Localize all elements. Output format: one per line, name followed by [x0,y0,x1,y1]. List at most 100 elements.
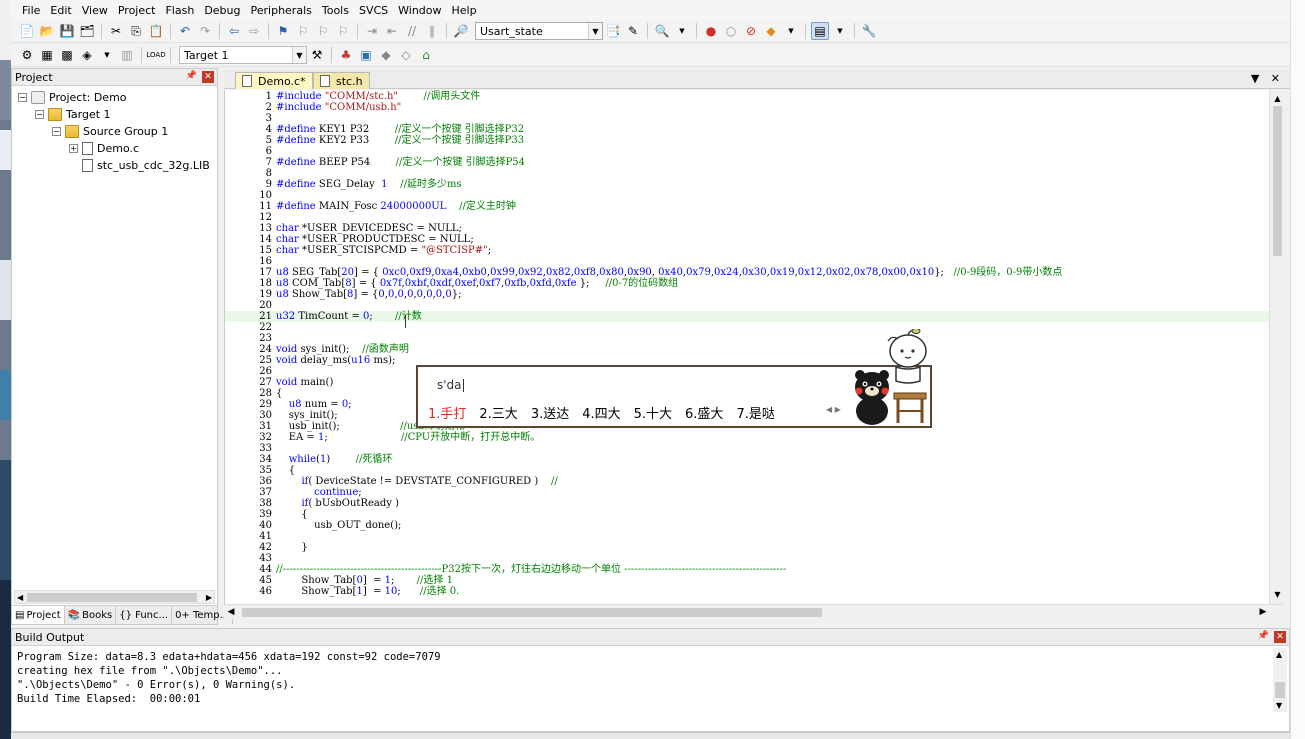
nav-forward-icon[interactable]: ⇨ [245,22,263,40]
tab-project[interactable]: ▤ Project [12,606,65,624]
tree-item-demo-c[interactable]: + Demo.c [69,140,139,156]
scroll-right-icon[interactable]: ▶ [206,593,212,602]
chevron-down-icon[interactable]: ▼ [673,22,691,40]
code-line[interactable]: 45 Show_Tab[0] = 1; //选择 1 [225,575,1269,586]
disable-breakpoint-icon[interactable]: ○ [722,22,740,40]
chevron-down-icon[interactable]: ▼ [292,47,306,63]
save-all-icon[interactable]: 🗂 [78,22,96,40]
code-line[interactable]: 23 [225,333,1269,344]
menu-flash[interactable]: Flash [160,4,199,17]
code-line[interactable]: 5 #define KEY2 P33 //定义一个按键 引脚选择P33 [225,135,1269,146]
kill-breakpoints-icon[interactable]: ⊘ [742,22,760,40]
code-line[interactable]: 16 [225,256,1269,267]
code-line[interactable]: 8 [225,168,1269,179]
editor-vertical-scrollbar[interactable]: ▲ ▼ [1269,90,1284,604]
pack-installer-icon[interactable]: ⌂ [417,46,435,64]
code-line[interactable]: 21 u32 TimCount = 0; //计数 [225,311,1269,322]
code-line[interactable]: 37 continue; [225,487,1269,498]
tree-expander[interactable]: + [69,143,78,153]
menu-window[interactable]: Window [393,4,446,17]
code-editor[interactable]: 1 #include "COMM/stc.h" //调用头文件 2 #include … [224,90,1269,604]
comment-icon[interactable]: // [403,22,421,40]
run-time-env-icon[interactable]: ◇ [397,46,415,64]
scroll-thumb[interactable] [1273,106,1282,256]
redo-icon[interactable]: ↷ [196,22,214,40]
code-line[interactable]: 3 [225,113,1269,124]
stop-build-icon[interactable]: ▥ [118,46,136,64]
pin-icon[interactable]: 📌 [186,71,197,81]
menu-tools[interactable]: Tools [317,4,354,17]
code-line[interactable]: 4 #define KEY1 P32 //定义一个按键 引脚选择P32 [225,124,1269,135]
tree-item-lib[interactable]: stc_usb_cdc_32g.LIB [82,157,210,173]
code-line[interactable]: 6 [225,146,1269,157]
code-line[interactable]: 43 [225,553,1269,564]
scroll-right-icon[interactable]: ▶ [1256,605,1270,620]
menu-help[interactable]: Help [447,4,482,17]
code-line[interactable]: 44 //------------------------------------… [225,564,1269,575]
copy-icon[interactable]: ⎘ [127,22,145,40]
window-layout-icon[interactable]: ▤ [811,22,829,40]
replace-icon[interactable]: ✎ [624,22,642,40]
code-line[interactable]: 40 usb_OUT_done(); [225,520,1269,531]
save-icon[interactable]: 💾 [58,22,76,40]
tree-item-project[interactable]: − Project: Demo [18,89,127,105]
menu-project[interactable]: Project [113,4,161,17]
code-line[interactable]: 17 u8 SEG_Tab[20] = { 0xc0,0xf9,0xa4,0xb0… [225,267,1269,278]
pin-icon[interactable]: 📌 [1258,631,1269,641]
find-combo[interactable]: Usart_state ▼ [475,22,603,40]
tab-stc-h[interactable]: stc.h [313,72,370,89]
code-line[interactable]: 34 while(1) //死循环 [225,454,1269,465]
ime-candidate[interactable]: 1.手打 [428,403,466,422]
build-output-scrollbar[interactable]: ▲ ▼ [1273,648,1287,712]
ime-candidate[interactable]: 3.送达 [531,403,569,422]
code-line[interactable]: 2 #include "COMM/usb.h" [225,102,1269,113]
tab-demo-c[interactable]: Demo.c* [235,72,313,89]
rebuild-icon[interactable]: ▩ [58,46,76,64]
debug-session-icon[interactable]: 🔍 [653,22,671,40]
batch-build-icon[interactable]: ◈ [78,46,96,64]
code-line[interactable]: 15 char *USER_STCISPCMD = "@STCISP#"; [225,245,1269,256]
tree-item-target[interactable]: − Target 1 [35,106,111,122]
ime-page-arrows[interactable]: ◀ ▶ [826,405,841,414]
code-line[interactable]: 19 u8 Show_Tab[8] = {0,0,0,0,0,0,0,0}; [225,289,1269,300]
code-line[interactable]: 7 #define BEEP P54 //定义一个按键 引脚选择P54 [225,157,1269,168]
paste-icon[interactable]: 📋 [147,22,165,40]
tab-books[interactable]: 📚 Books [65,606,117,624]
tree-item-source-group[interactable]: − Source Group 1 [52,123,168,139]
code-line[interactable]: 18 u8 COM_Tab[8] = { 0x7f,0xbf,0xdf,0xef,… [225,278,1269,289]
ime-candidate[interactable]: 2.三大 [479,403,517,422]
code-line[interactable]: 22 [225,322,1269,333]
menu-view[interactable]: View [77,4,113,17]
menu-peripherals[interactable]: Peripherals [246,4,317,17]
close-icon[interactable]: ✕ [1271,72,1280,85]
translate-icon[interactable]: ⚙ [18,46,36,64]
tab-functions[interactable]: {} Func... [116,606,173,624]
ime-candidate[interactable]: 6.盛大 [685,403,723,422]
code-line[interactable]: 39 { [225,509,1269,520]
code-line[interactable]: 41 [225,531,1269,542]
ime-candidate[interactable]: 5.十大 [634,403,672,422]
tab-list-icon[interactable]: ▼ [1251,72,1259,85]
code-line[interactable]: 20 [225,300,1269,311]
code-line[interactable]: 36 if( DeviceState != DEVSTATE_CONFIGURE… [225,476,1269,487]
code-line[interactable]: 1 #include "COMM/stc.h" //调用头文件 [225,91,1269,102]
close-icon[interactable]: ✕ [202,71,214,83]
code-line[interactable]: 13 char *USER_DEVICEDESC = NULL; [225,223,1269,234]
code-line[interactable]: 11 #define MAIN_Fosc 24000000UL //定义主时钟 [225,201,1269,212]
code-line[interactable]: 42 } [225,542,1269,553]
editor-horizontal-scrollbar[interactable]: ◀ ▶ [224,604,1284,619]
prev-bookmark-icon[interactable]: ⚐ [294,22,312,40]
indent-icon[interactable]: ⇥ [363,22,381,40]
scroll-left-icon[interactable]: ◀ [17,593,23,602]
target-options-icon[interactable]: ⚒ [308,46,326,64]
clear-bookmarks-icon[interactable]: ⚐ [334,22,352,40]
menu-edit[interactable]: Edit [45,4,76,17]
scroll-left-icon[interactable]: ◀ [224,605,238,620]
target-select[interactable]: Target 1 ▼ [179,46,307,64]
code-line[interactable]: 24 void sys_init(); //函数声明 [225,344,1269,355]
uncomment-icon[interactable]: ∥ [423,22,441,40]
next-bookmark-icon[interactable]: ⚐ [314,22,332,40]
chevron-down-icon[interactable]: ▼ [782,22,800,40]
scroll-thumb[interactable] [1275,682,1285,698]
bookmark-icon[interactable]: ⚑ [274,22,292,40]
